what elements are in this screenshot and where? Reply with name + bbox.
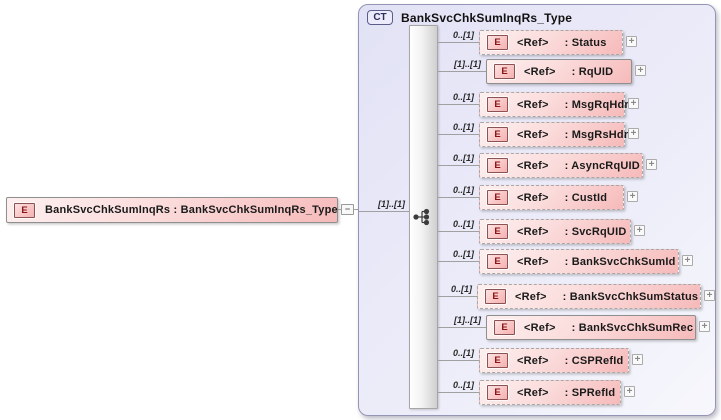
element-ref-label: <Ref> bbox=[517, 191, 549, 204]
element-badge-icon: E bbox=[487, 353, 508, 368]
connector-line bbox=[438, 327, 486, 328]
cardinality-label: [1]..[1] bbox=[454, 59, 481, 69]
element-node-msgrshdr[interactable]: E <Ref> : MsgRsHdr bbox=[479, 122, 628, 147]
cardinality-label: 0..[1] bbox=[452, 380, 474, 390]
element-badge-icon: E bbox=[494, 320, 515, 335]
element-node-rquid[interactable]: E <Ref> : RqUID bbox=[486, 59, 632, 84]
cardinality-label: 0..[1] bbox=[450, 284, 472, 294]
element-badge-icon: E bbox=[494, 64, 515, 79]
complex-type-badge-icon: CT bbox=[367, 10, 393, 25]
element-name-label: : SvcRqUID bbox=[564, 225, 627, 238]
root-element-label: BankSvcChkSumInqRs : BankSvcChkSumInqRs_… bbox=[45, 204, 338, 216]
element-name-label: : BankSvcChkSumStatus bbox=[562, 290, 699, 303]
expand-toggle[interactable]: + bbox=[699, 321, 710, 332]
connector-line bbox=[438, 165, 479, 166]
element-node-msgrqhdr[interactable]: E <Ref> : MsgRqHdr bbox=[479, 92, 629, 117]
connector-line bbox=[438, 360, 479, 361]
expand-toggle[interactable]: + bbox=[704, 290, 715, 301]
element-badge-icon: E bbox=[487, 127, 508, 142]
expand-toggle[interactable]: + bbox=[682, 255, 693, 266]
cardinality-label: 0..[1] bbox=[452, 219, 474, 229]
cardinality-label: 0..[1] bbox=[452, 92, 474, 102]
element-node-banksvcchksumrec[interactable]: E <Ref> : BankSvcChkSumRec bbox=[486, 315, 696, 340]
complex-type-container: CT BankSvcChkSumInqRs_Type [1]..[1] 0..[… bbox=[358, 4, 716, 416]
connector-line bbox=[438, 261, 479, 262]
expand-toggle[interactable]: + bbox=[632, 354, 643, 365]
element-ref-label: <Ref> bbox=[515, 290, 547, 303]
element-name-label: : CSPRefId bbox=[564, 354, 624, 367]
element-node-custid[interactable]: E <Ref> : CustId bbox=[479, 185, 624, 210]
element-badge-icon: E bbox=[14, 202, 35, 218]
collapse-toggle[interactable]: − bbox=[341, 204, 354, 215]
element-badge-icon: E bbox=[487, 224, 508, 239]
element-badge-icon: E bbox=[487, 254, 508, 269]
cardinality-label: 0..[1] bbox=[452, 30, 474, 40]
element-name-label: : AsyncRqUID bbox=[564, 159, 640, 172]
expand-toggle[interactable]: + bbox=[635, 65, 646, 76]
element-node-banksvcchksumstatus[interactable]: E <Ref> : BankSvcChkSumStatus bbox=[477, 284, 701, 309]
element-name-label: : BankSvcChkSumId bbox=[564, 255, 676, 268]
element-ref-label: <Ref> bbox=[517, 98, 549, 111]
element-ref-label: <Ref> bbox=[517, 255, 549, 268]
element-node-csprefid[interactable]: E <Ref> : CSPRefId bbox=[479, 348, 629, 373]
element-node-banksvcchksumid[interactable]: E <Ref> : BankSvcChkSumId bbox=[479, 249, 679, 274]
element-badge-icon: E bbox=[485, 289, 506, 304]
element-node-asyncrquid[interactable]: E <Ref> : AsyncRqUID bbox=[479, 153, 643, 178]
cardinality-label: 0..[1] bbox=[452, 153, 474, 163]
connector-line bbox=[359, 211, 409, 212]
element-node-svcrquid[interactable]: E <Ref> : SvcRqUID bbox=[479, 219, 631, 244]
expand-toggle[interactable]: + bbox=[624, 386, 635, 397]
expand-toggle[interactable]: + bbox=[628, 98, 639, 109]
element-ref-label: <Ref> bbox=[524, 321, 556, 334]
element-name-label: : MsgRsHdr bbox=[564, 128, 629, 141]
root-element-node[interactable]: E BankSvcChkSumInqRs : BankSvcChkSumInqR… bbox=[6, 197, 338, 223]
cardinality-label: [1]..[1] bbox=[454, 315, 481, 325]
connector-line bbox=[438, 231, 479, 232]
expand-toggle[interactable]: + bbox=[646, 159, 657, 170]
expand-toggle[interactable]: + bbox=[626, 36, 637, 47]
element-badge-icon: E bbox=[487, 190, 508, 205]
connector-line bbox=[438, 392, 479, 393]
element-ref-label: <Ref> bbox=[517, 354, 549, 367]
sequence-compositor-icon bbox=[413, 208, 430, 226]
cardinality-label: 0..[1] bbox=[452, 249, 474, 259]
cardinality-label: [1]..[1] bbox=[378, 199, 405, 209]
expand-toggle[interactable]: + bbox=[628, 128, 639, 139]
element-ref-label: <Ref> bbox=[517, 128, 549, 141]
element-name-label: : SPRefId bbox=[564, 386, 616, 399]
complex-type-title: BankSvcChkSumInqRs_Type bbox=[401, 11, 573, 25]
element-name-label: : CustId bbox=[564, 191, 608, 204]
element-name-label: : RqUID bbox=[571, 65, 614, 78]
element-node-status[interactable]: E <Ref> : Status bbox=[479, 30, 623, 55]
element-badge-icon: E bbox=[487, 385, 508, 400]
element-node-sprefid[interactable]: E <Ref> : SPRefId bbox=[479, 380, 621, 405]
expand-toggle[interactable]: + bbox=[627, 191, 638, 202]
element-ref-label: <Ref> bbox=[524, 65, 556, 78]
cardinality-label: 0..[1] bbox=[452, 348, 474, 358]
element-ref-label: <Ref> bbox=[517, 225, 549, 238]
cardinality-label: 0..[1] bbox=[452, 185, 474, 195]
connector-line bbox=[438, 42, 479, 43]
connector-line bbox=[438, 296, 477, 297]
connector-line bbox=[438, 104, 479, 105]
schema-diagram-canvas: E BankSvcChkSumInqRs : BankSvcChkSumInqR… bbox=[0, 0, 721, 420]
connector-line bbox=[438, 134, 479, 135]
connector-line bbox=[438, 71, 486, 72]
element-name-label: : MsgRqHdr bbox=[564, 98, 629, 111]
cardinality-label: 0..[1] bbox=[452, 122, 474, 132]
element-ref-label: <Ref> bbox=[517, 36, 549, 49]
element-badge-icon: E bbox=[487, 158, 508, 173]
element-badge-icon: E bbox=[487, 35, 508, 50]
element-name-label: : Status bbox=[564, 36, 607, 49]
element-name-label: : BankSvcChkSumRec bbox=[571, 321, 694, 334]
connector-line bbox=[438, 197, 479, 198]
element-ref-label: <Ref> bbox=[517, 386, 549, 399]
element-ref-label: <Ref> bbox=[517, 159, 549, 172]
expand-toggle[interactable]: + bbox=[634, 225, 645, 236]
element-badge-icon: E bbox=[487, 97, 508, 112]
